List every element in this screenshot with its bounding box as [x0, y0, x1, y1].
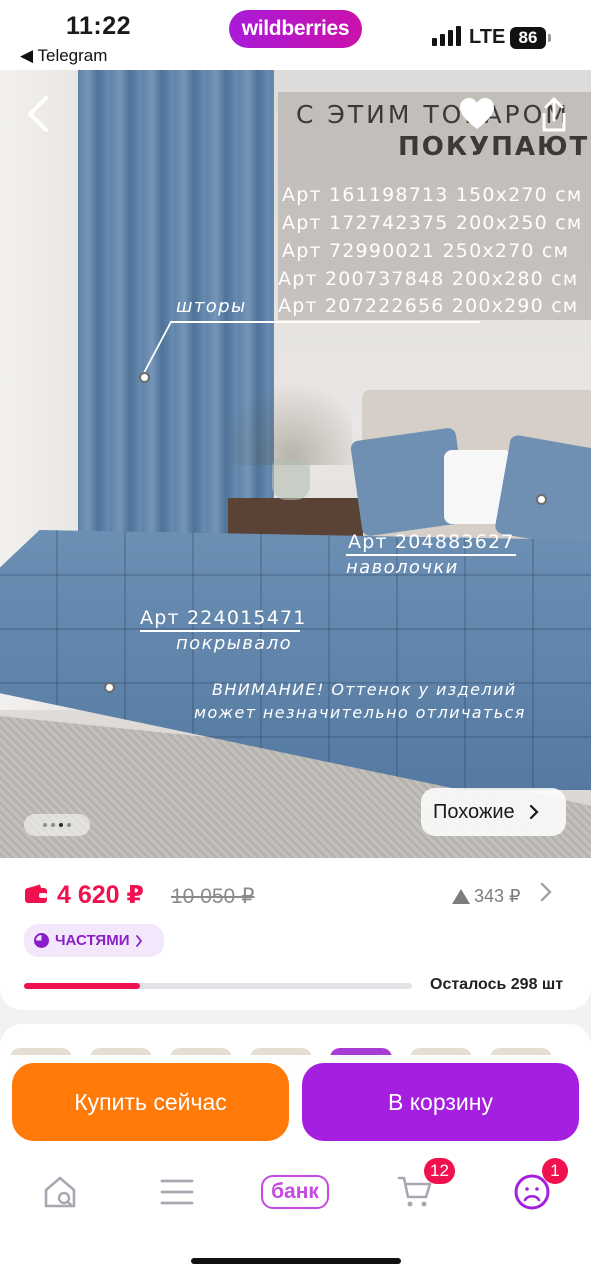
wildberries-logo: wildberries	[229, 10, 362, 48]
share-icon	[542, 97, 566, 132]
status-bar: 11:22 ◀ Telegram wildberries LTE 86	[0, 0, 591, 70]
bedspread-label: покрывало	[176, 633, 293, 654]
similar-label: Похожие	[433, 800, 515, 823]
slide-dot	[43, 823, 47, 827]
stock-progress-bar	[24, 983, 412, 989]
price-delta: 343 ₽	[474, 886, 521, 906]
heart-icon	[460, 98, 494, 129]
gallery-subheader: ПОКУПАЮТ	[398, 132, 590, 162]
color-warning: ВНИМАНИЕ! Оттенок у изделий	[212, 680, 517, 699]
profile-badge: 1	[542, 1158, 568, 1184]
buy-now-button[interactable]: Купить сейчас	[12, 1063, 289, 1141]
hotspot-dot[interactable]	[536, 494, 547, 505]
share-button[interactable]	[538, 96, 570, 134]
slide-dot-active	[59, 823, 63, 827]
slide-dot	[51, 823, 55, 827]
favorite-button[interactable]	[458, 96, 496, 132]
curtain-label: шторы	[176, 296, 247, 317]
wallet-icon	[24, 884, 48, 904]
triangle-up-icon	[452, 889, 470, 904]
curtain-article: Арт 161198713 150х270 см	[282, 184, 583, 206]
old-price: 10 050 ₽	[171, 885, 255, 908]
tab-bank[interactable]: банк	[250, 1170, 340, 1214]
tab-home-search[interactable]	[35, 1170, 85, 1214]
home-search-icon	[44, 1176, 76, 1208]
network-type: LTE	[469, 26, 506, 48]
home-indicator	[191, 1258, 401, 1264]
vase-photo	[272, 458, 310, 500]
price-history[interactable]: 343 ₽	[452, 886, 521, 907]
installments-label: ЧАСТЯМИ	[55, 932, 130, 949]
installments-button[interactable]: ЧАСТЯМИ	[24, 924, 164, 957]
hotspot-dot[interactable]	[139, 372, 150, 383]
signal-icon	[432, 24, 461, 46]
hotspot-dot[interactable]	[104, 682, 115, 693]
curtain-article: Арт 207222656 200х290 см	[278, 295, 579, 317]
curtain-article: Арт 172742375 200х250 см	[282, 212, 583, 234]
chevron-right-icon	[529, 804, 539, 820]
stock-progress-fill	[24, 983, 141, 989]
curtain-article: Арт 200737848 200х280 см	[278, 268, 579, 290]
add-to-cart-button[interactable]: В корзину	[302, 1063, 579, 1141]
product-gallery[interactable]: С ЭТИМ ТОВАРОМ ПОКУПАЮТ Арт 161198713 15…	[0, 70, 591, 860]
leader-line	[170, 321, 480, 323]
pie-icon	[34, 933, 49, 948]
pillowcase-label: наволочки	[346, 557, 459, 578]
back-to-telegram-link[interactable]: ◀ Telegram	[20, 46, 107, 66]
chevron-right-icon	[136, 934, 143, 947]
bedspread-article: Арт 224015471	[140, 607, 307, 629]
gallery-header: С ЭТИМ ТОВАРОМ	[296, 100, 570, 129]
chevron-right-icon[interactable]	[540, 882, 552, 908]
battery-icon: 86	[510, 27, 551, 49]
plant-photo	[232, 370, 352, 465]
slide-indicator	[24, 814, 90, 836]
bank-label: банк	[261, 1175, 329, 1209]
back-button[interactable]	[22, 94, 62, 138]
current-price: 4 620 ₽	[57, 881, 144, 909]
menu-icon	[160, 1179, 194, 1205]
chevron-left-icon	[28, 96, 48, 132]
slide-dot	[67, 823, 71, 827]
pillowcase-article: Арт 204883627	[348, 531, 515, 553]
clock: 11:22	[66, 12, 132, 40]
tab-catalog[interactable]	[152, 1170, 202, 1214]
stock-remaining: Осталось 298 шт	[430, 976, 564, 993]
curtain-article: Арт 72990021 250х270 см	[282, 240, 570, 262]
similar-button[interactable]: Похожие	[421, 788, 566, 836]
color-warning: может незначительно отличаться	[194, 703, 526, 722]
leader-line	[140, 630, 300, 632]
leader-line	[346, 554, 516, 556]
cart-badge: 12	[424, 1158, 455, 1184]
